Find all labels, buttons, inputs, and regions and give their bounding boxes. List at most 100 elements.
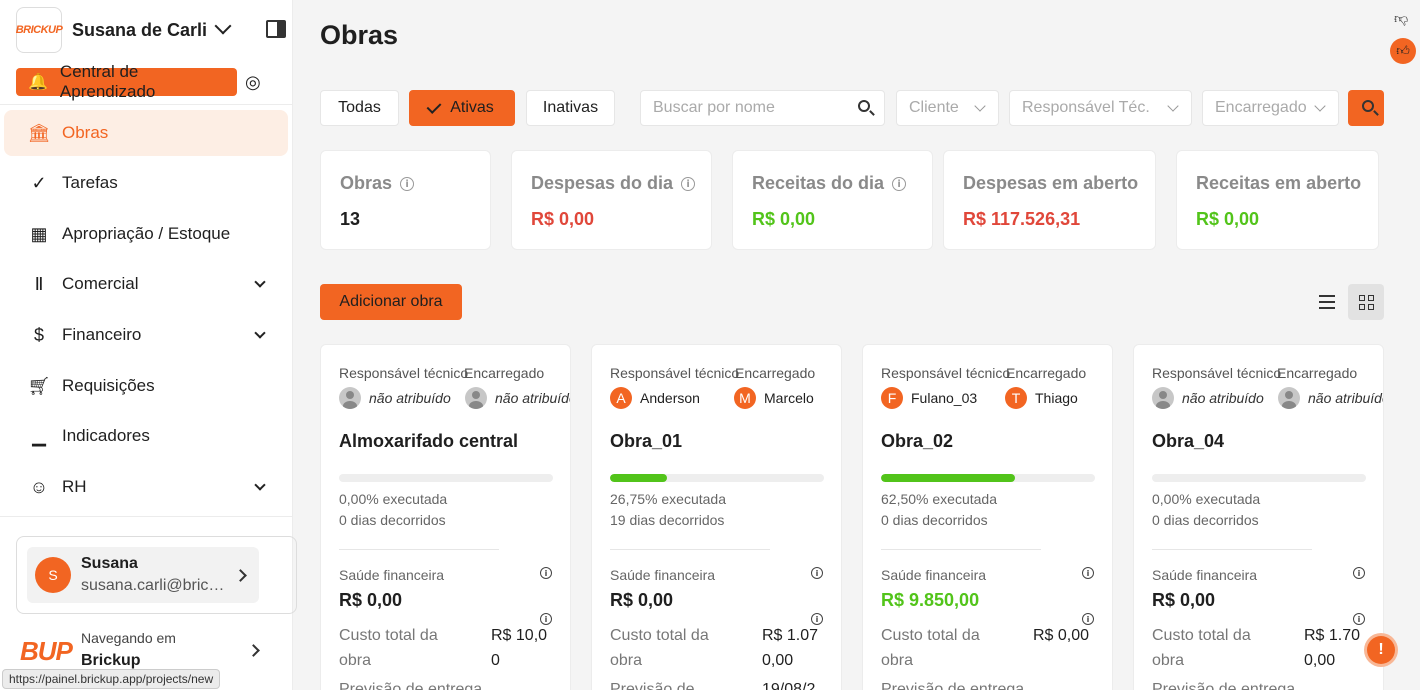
- financial-health-label: Saúde financeira: [881, 567, 987, 583]
- technical-manager-placeholder: Responsável Téc.: [1022, 99, 1150, 116]
- divider: [1152, 549, 1312, 550]
- avatar: T: [1005, 387, 1027, 409]
- filter-active-button[interactable]: Ativas: [409, 90, 515, 126]
- project-card[interactable]: Responsável técnico Encarregado não atribu…: [320, 344, 571, 690]
- check-icon: [426, 98, 442, 114]
- sidebar-item-financeiro[interactable]: $ Financeiro: [4, 312, 288, 358]
- add-project-button[interactable]: Adicionar obra: [320, 284, 462, 320]
- stat-value: R$ 0,00: [752, 209, 816, 229]
- workspace-switcher[interactable]: BUP Navegando em Brickup: [20, 630, 280, 670]
- info-icon[interactable]: i: [540, 567, 552, 579]
- chevron-down-icon: [254, 276, 266, 288]
- stat-value: R$ 0,00: [1196, 209, 1260, 229]
- learning-center-label: Central de Aprendizado: [59, 62, 156, 101]
- collapse-sidebar-icon[interactable]: [266, 20, 286, 38]
- user-profile-button[interactable]: S Susana susana.carli@brickup.app: [27, 547, 259, 603]
- sidebar-item-requisicoes[interactable]: 🛒︎ Requisições: [4, 363, 288, 409]
- account-name: Susana de Carli: [72, 19, 208, 40]
- avatar: [1278, 387, 1300, 409]
- profile-name: Susana: [81, 555, 138, 572]
- elapsed-days: 0 dias decorridos: [881, 512, 988, 528]
- person-name: não atribuído: [495, 390, 571, 406]
- account-switcher[interactable]: BRICKUP Susana de Carli: [16, 6, 286, 54]
- elapsed-days: 0 dias decorridos: [1152, 512, 1259, 528]
- technical-manager-label: Responsável técnico: [881, 365, 1011, 381]
- search-button[interactable]: [1348, 90, 1384, 126]
- info-icon[interactable]: i: [681, 177, 696, 192]
- technical-manager: não atribuído: [339, 387, 451, 409]
- info-icon[interactable]: i: [1082, 567, 1094, 579]
- stat-label: Receitas do dia i: [752, 173, 907, 194]
- avatar: F: [881, 387, 903, 409]
- foreman-placeholder: Encarregado: [1215, 99, 1307, 116]
- sidebar-item-label: Indicadores: [62, 426, 150, 445]
- workspace-logo: BUP: [20, 636, 73, 666]
- list-view-button[interactable]: [1309, 284, 1345, 320]
- financial-health-value: R$ 0,00: [1152, 590, 1216, 610]
- sidebar-item-tarefas[interactable]: ✓ Tarefas: [4, 160, 288, 206]
- client-select[interactable]: Cliente: [896, 90, 999, 126]
- divider: [881, 549, 1041, 550]
- info-icon[interactable]: i: [811, 567, 823, 579]
- search-input[interactable]: Buscar por nome: [640, 90, 885, 126]
- grid-icon-cell: [1367, 303, 1374, 310]
- eye-off-icon[interactable]: ◎: [245, 72, 261, 93]
- financial-health-value: R$ 0,00: [610, 590, 674, 610]
- sidebar-item-rh[interactable]: ☺ RH: [4, 464, 288, 510]
- sidebar-item-comercial[interactable]: Ⅱ Comercial: [4, 261, 288, 307]
- financial-health-value: R$ 9.850,00: [881, 590, 980, 610]
- technical-manager-select[interactable]: Responsável Téc.: [1009, 90, 1192, 126]
- sidebar: BRICKUP Susana de Carli 🔔 Central de Apr…: [0, 0, 297, 690]
- delivery-forecast-label: Previsão de entrega: [1152, 681, 1296, 690]
- thumbs-down-icon[interactable]: 👎︎: [1394, 10, 1414, 30]
- total-cost-label: Custo total da obra: [1152, 627, 1251, 669]
- project-card[interactable]: Responsável técnico Encarregado A Anderson M…: [591, 344, 842, 690]
- project-title: Almoxarifado central: [339, 431, 519, 451]
- stat-value: 13: [340, 209, 361, 229]
- filter-inactive-button[interactable]: Inativas: [526, 90, 615, 126]
- financial-health-label: Saúde financeira: [1152, 567, 1258, 583]
- avatar: [465, 387, 487, 409]
- executed-percent: 62,50% executada: [881, 491, 997, 507]
- divider: [0, 516, 293, 517]
- technical-manager-label: Responsável técnico: [339, 365, 469, 381]
- bell-icon: 🔔: [28, 74, 48, 91]
- info-icon[interactable]: i: [892, 177, 907, 192]
- stat-label: Receitas em aberto: [1196, 173, 1362, 193]
- main-content: Obras Todas Ativas Inativas Buscar por n…: [294, 0, 1420, 690]
- foreman: T Thiago: [1005, 387, 1078, 409]
- sidebar-item-label: Requisições: [62, 376, 155, 395]
- sidebar-item-obras[interactable]: 🏛︎ Obras: [4, 110, 288, 156]
- progress-bar: [610, 474, 824, 482]
- learning-center-button[interactable]: 🔔 Central de Aprendizado: [16, 62, 237, 101]
- delivery-forecast-label: Previsão de entrega: [339, 681, 483, 690]
- total-cost-value: R$ 1.070,00: [762, 627, 819, 669]
- sidebar-item-label: Financeiro: [62, 325, 142, 344]
- grid-icon-cell: [1358, 303, 1365, 310]
- project-card[interactable]: Responsável técnico Encarregado F Fulano_03…: [862, 344, 1113, 690]
- filter-all-button[interactable]: Todas: [320, 90, 399, 126]
- sidebar-item-label: Comercial: [62, 274, 139, 293]
- alert-icon[interactable]: !: [1367, 636, 1395, 664]
- project-card[interactable]: Responsável técnico Encarregado não atribu…: [1133, 344, 1384, 690]
- delivery-forecast-label: Previsão de entrega: [881, 681, 1025, 690]
- sidebar-item-apropriacao[interactable]: ▦ Apropriação / Estoque: [4, 211, 288, 257]
- divider: [610, 549, 770, 550]
- bar-chart-icon: ▁: [32, 425, 46, 446]
- filter-active-label: Ativas: [450, 99, 494, 116]
- info-icon[interactable]: i: [1353, 567, 1365, 579]
- grid-icon: [1358, 294, 1365, 301]
- progress-bar: [881, 474, 1095, 482]
- chevron-down-icon: [214, 17, 232, 35]
- person-name: não atribuído: [369, 390, 451, 406]
- foreman-label: Encarregado: [464, 365, 545, 381]
- sidebar-item-indicadores[interactable]: ▁ Indicadores: [4, 413, 288, 459]
- chevron-down-icon: [254, 327, 266, 339]
- grid-view-button[interactable]: [1348, 284, 1384, 320]
- info-icon[interactable]: i: [400, 177, 415, 192]
- progress-bar: [1152, 474, 1366, 482]
- search-placeholder: Buscar por nome: [653, 99, 775, 116]
- project-title: Obra_04: [1152, 431, 1225, 451]
- thumbs-up-icon[interactable]: 👍︎: [1390, 38, 1416, 64]
- foreman-select[interactable]: Encarregado: [1202, 90, 1339, 126]
